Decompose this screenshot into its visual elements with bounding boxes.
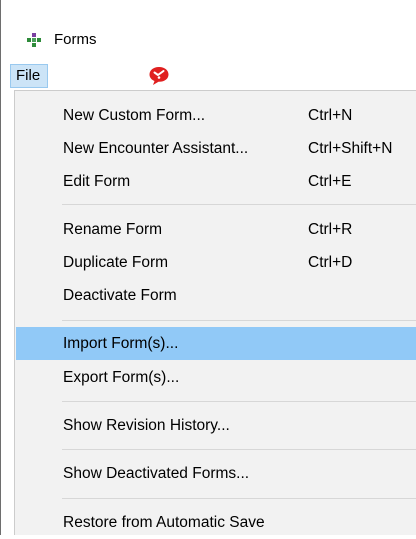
menu-item-shortcut: Ctrl+Shift+N [308, 140, 393, 157]
menu-item-deactivate-form[interactable]: Deactivate Form [16, 279, 416, 312]
forms-app-icon [26, 32, 42, 48]
file-menu-dropdown: New Custom Form... Ctrl+N New Encounter … [14, 90, 416, 535]
menu-separator [62, 204, 416, 205]
menu-item-shortcut: Ctrl+N [308, 107, 353, 124]
menu-file[interactable]: File [10, 64, 48, 88]
menu-item-shortcut: Ctrl+D [308, 254, 353, 271]
menu-separator [62, 498, 416, 499]
menu-separator [62, 449, 416, 450]
menu-item-edit-form[interactable]: Edit Form Ctrl+E [16, 165, 416, 198]
menu-item-label: New Custom Form... [63, 107, 206, 124]
menu-item-label: Show Revision History... [63, 417, 230, 434]
menu-item-shortcut: Ctrl+R [308, 221, 353, 238]
menu-separator [62, 320, 416, 321]
menu-item-label: Export Form(s)... [63, 369, 180, 386]
menu-item-shortcut: Ctrl+E [308, 173, 352, 190]
menu-item-import-forms[interactable]: Import Form(s)... [16, 327, 416, 360]
menu-item-label: Deactivate Form [63, 287, 177, 304]
menu-item-duplicate-form[interactable]: Duplicate Form Ctrl+D [16, 246, 416, 279]
menu-bar: File [2, 62, 416, 90]
menu-item-label: Duplicate Form [63, 254, 169, 271]
menu-item-label: Import Form(s)... [63, 335, 179, 352]
title-bar: Forms [2, 0, 416, 62]
window-title: Forms [54, 31, 97, 48]
menu-item-label: Rename Form [63, 221, 163, 238]
menu-item-label: New Encounter Assistant... [63, 140, 249, 157]
menu-item-show-revision-history[interactable]: Show Revision History... [16, 409, 416, 442]
forms-window: Forms File New Custom Form... Ctrl+N New… [0, 0, 416, 535]
menu-item-new-encounter-assistant[interactable]: New Encounter Assistant... Ctrl+Shift+N [16, 132, 416, 165]
menu-separator [62, 401, 416, 402]
speech-bubble-alert-icon[interactable] [148, 66, 170, 86]
menu-item-label: Show Deactivated Forms... [63, 465, 250, 482]
menu-item-export-forms[interactable]: Export Form(s)... [16, 361, 416, 394]
menu-item-show-deactivated-forms[interactable]: Show Deactivated Forms... [16, 457, 416, 490]
menu-item-new-custom-form[interactable]: New Custom Form... Ctrl+N [16, 99, 416, 132]
menu-item-label: Edit Form [63, 173, 131, 190]
menu-item-restore-automatic-save[interactable]: Restore from Automatic Save [16, 506, 416, 539]
menu-item-rename-form[interactable]: Rename Form Ctrl+R [16, 213, 416, 246]
menu-item-label: Restore from Automatic Save [63, 514, 265, 531]
